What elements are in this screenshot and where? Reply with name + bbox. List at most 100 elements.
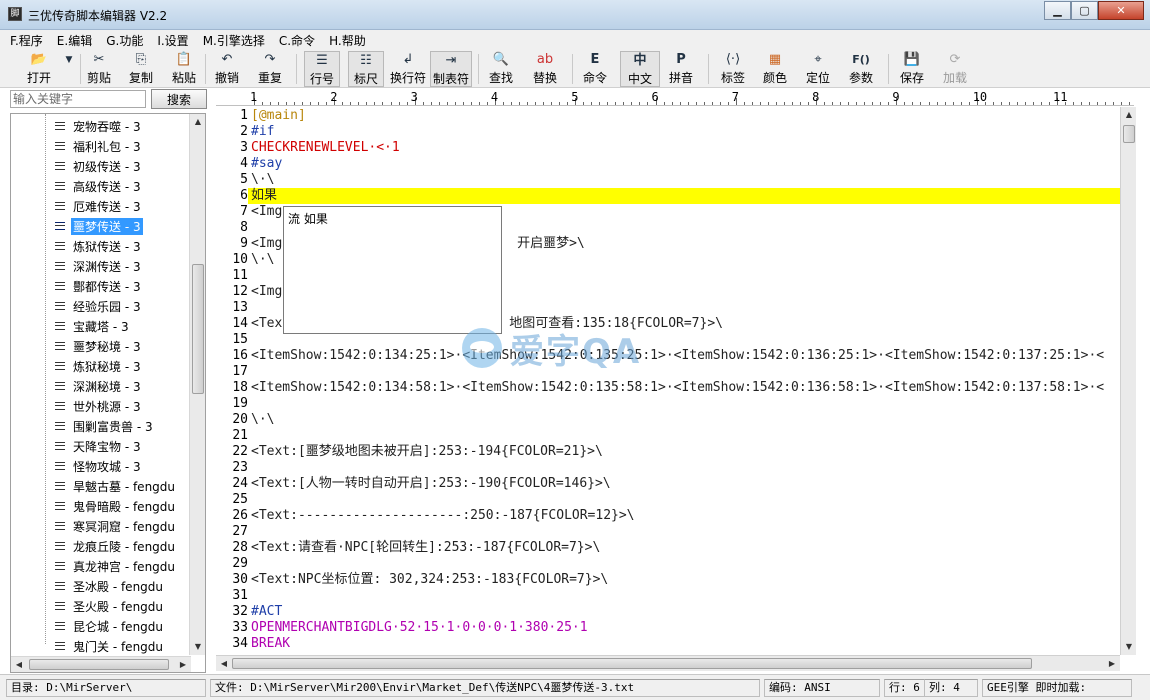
scroll-down-icon[interactable]: ▼ xyxy=(190,639,205,655)
editor-scroll-thumb[interactable] xyxy=(1123,125,1135,143)
editor-hscroll-thumb[interactable] xyxy=(232,658,1032,669)
tag-button[interactable]: ⟨·⟩ 标签 xyxy=(716,51,750,87)
code-line[interactable]: <Text:---------------------:250:-187{FCO… xyxy=(251,508,635,524)
open-dropdown-button[interactable]: ▼ xyxy=(60,51,78,87)
tree-horizontal-scrollbar[interactable]: ◀ ▶ xyxy=(11,656,191,672)
undo-button[interactable]: ↶ 撤销 xyxy=(212,51,242,87)
tree-item[interactable]: 旱魃古墓 - fengdu xyxy=(11,476,191,496)
tree-hscroll-thumb[interactable] xyxy=(29,659,169,670)
code-line[interactable]: <Img xyxy=(251,204,282,220)
tree-item[interactable]: 怪物攻城 - 3 xyxy=(11,456,191,476)
tree-item[interactable]: 围剿富贵兽 - 3 xyxy=(11,416,191,436)
autocomplete-item[interactable]: 流 如果 xyxy=(288,210,497,227)
command-button[interactable]: E 命令 xyxy=(580,51,610,87)
tree-item[interactable]: 圣冰殿 - fengdu xyxy=(11,576,191,596)
open-button[interactable]: 📂 打开 xyxy=(22,51,56,87)
line-number: 34 xyxy=(232,636,248,651)
code-line[interactable]: CHECKRENEWLEVEL·<·1 xyxy=(251,140,400,156)
code-line[interactable]: \·\ xyxy=(251,412,274,428)
tree-item[interactable]: 昆仑城 - fengdu xyxy=(11,616,191,636)
scroll-left-icon[interactable]: ◀ xyxy=(11,657,27,672)
search-input[interactable] xyxy=(10,90,146,108)
tree-item[interactable]: 福利礼包 - 3 xyxy=(11,136,191,156)
tree-item[interactable]: 炼狱秘境 - 3 xyxy=(11,356,191,376)
tree-scroll-thumb[interactable] xyxy=(192,264,204,394)
code-line[interactable]: #ACT xyxy=(251,604,282,620)
pinyin-button[interactable]: P 拼音 xyxy=(666,51,696,87)
tree-item[interactable]: 噩梦秘境 - 3 xyxy=(11,336,191,356)
ruler-toggle[interactable]: ☷ 标尺 xyxy=(348,51,384,87)
tree-item[interactable]: 鬼门关 - fengdu xyxy=(11,636,191,656)
tree-item[interactable]: 世外桃源 - 3 xyxy=(11,396,191,416)
menu-edit[interactable]: E.编辑 xyxy=(57,32,92,49)
tree-item[interactable]: 酆都传送 - 3 xyxy=(11,276,191,296)
tree-vertical-scrollbar[interactable]: ▲ ▼ xyxy=(189,114,205,655)
code-line[interactable]: <Text:[噩梦级地图未被开启]:253:-194{FCOLOR=21}>\ xyxy=(251,444,603,460)
tree-item[interactable]: 寒冥洞窟 - fengdu xyxy=(11,516,191,536)
close-button[interactable]: ✕ xyxy=(1098,1,1144,20)
cut-button[interactable]: ✂ 剪贴 xyxy=(84,51,114,87)
tree-item[interactable]: 真龙神宫 - fengdu xyxy=(11,556,191,576)
scroll-right-icon[interactable]: ▶ xyxy=(175,657,191,672)
code-line[interactable]: #if xyxy=(251,124,274,140)
locate-button[interactable]: ⌖ 定位 xyxy=(803,51,833,87)
color-button[interactable]: ▦ 颜色 xyxy=(760,51,790,87)
chinese-button[interactable]: 中中文 xyxy=(620,51,660,87)
tree-item[interactable]: 鬼骨暗殿 - fengdu xyxy=(11,496,191,516)
save-button[interactable]: 💾 保存 xyxy=(897,51,927,87)
tree-item[interactable]: 初级传送 - 3 xyxy=(11,156,191,176)
code-line[interactable]: <ItemShow:1542:0:134:58:1>·<ItemShow:154… xyxy=(251,380,1104,396)
params-button[interactable]: F() 参数 xyxy=(846,51,876,87)
line-number-toggle[interactable]: ☰ 行号 xyxy=(304,51,340,87)
code-line[interactable]: \·\ xyxy=(251,252,274,268)
scroll-left-icon[interactable]: ◀ xyxy=(216,656,232,672)
code-line[interactable]: [@main] xyxy=(251,108,306,124)
code-line[interactable]: <Img xyxy=(251,284,282,300)
scroll-right-icon[interactable]: ▶ xyxy=(1104,656,1120,672)
tree-item[interactable]: 厄难传送 - 3 xyxy=(11,196,191,216)
search-button[interactable]: 搜索 xyxy=(151,89,207,109)
tree-item[interactable]: 龙痕丘陵 - fengdu xyxy=(11,536,191,556)
tree-item[interactable]: 噩梦传送 - 3 xyxy=(11,216,191,236)
tree-item[interactable]: 经验乐园 - 3 xyxy=(11,296,191,316)
editor-horizontal-scrollbar[interactable]: ◀ ▶ xyxy=(216,655,1120,671)
redo-button[interactable]: ↷ 重复 xyxy=(255,51,285,87)
code-line[interactable]: #say xyxy=(251,156,282,172)
menu-help[interactable]: H.帮助 xyxy=(329,32,366,49)
code-line[interactable]: <Text:NPC坐标位置: 302,324:253:-183{FCOLOR=7… xyxy=(251,572,608,588)
tree-item[interactable]: 深渊传送 - 3 xyxy=(11,256,191,276)
minimize-button[interactable]: ▁ xyxy=(1044,1,1071,20)
code-line[interactable]: <Text:请查看·NPC[轮回转生]:253:-187{FCOLOR=7}>\ xyxy=(251,540,600,556)
code-line[interactable]: BREAK xyxy=(251,636,290,652)
tree-item[interactable]: 高级传送 - 3 xyxy=(11,176,191,196)
menu-engine[interactable]: M.引擎选择 xyxy=(203,32,265,49)
menu-command[interactable]: C.命令 xyxy=(279,32,315,49)
tree-item[interactable]: 炼狱传送 - 3 xyxy=(11,236,191,256)
tree-item[interactable]: 宠物吞噬 - 3 xyxy=(11,116,191,136)
find-button[interactable]: 🔍 查找 xyxy=(486,51,516,87)
editor-vertical-scrollbar[interactable]: ▲ ▼ xyxy=(1120,107,1136,655)
menu-function[interactable]: G.功能 xyxy=(106,32,143,49)
paste-button[interactable]: 📋 粘贴 xyxy=(169,51,199,87)
load-button[interactable]: ⟳ 加载 xyxy=(940,51,970,87)
current-line[interactable]: 如果 xyxy=(248,188,1120,204)
tree-item[interactable]: 深渊秘境 - 3 xyxy=(11,376,191,396)
tab-toggle[interactable]: ⇥ 制表符 xyxy=(430,51,472,87)
copy-button[interactable]: ⎘ 复制 xyxy=(126,51,156,87)
scroll-down-icon[interactable]: ▼ xyxy=(1121,639,1137,655)
code-line[interactable]: OPENMERCHANTBIGDLG·52·15·1·0·0·0·1·380·2… xyxy=(251,620,588,636)
tree-item[interactable]: 圣火殿 - fengdu xyxy=(11,596,191,616)
tree-item[interactable]: 宝藏塔 - 3 xyxy=(11,316,191,336)
replace-button[interactable]: ab 替换 xyxy=(530,51,560,87)
menu-program[interactable]: F.程序 xyxy=(10,32,43,49)
script-tree[interactable]: 宠物吞噬 - 3 福利礼包 - 3 初级传送 - 3 高级传送 - 3 厄难传送 - 3… xyxy=(10,113,206,673)
code-editor[interactable]: 1 2 3 4 5 6 7 8 9 10 11 12 13 14 15 16 17 18 19 20 21 22 23 24 2… xyxy=(216,107,1120,655)
menu-settings[interactable]: I.设置 xyxy=(157,32,188,49)
code-line[interactable]: \·\ xyxy=(251,172,274,188)
scroll-up-icon[interactable]: ▲ xyxy=(1121,107,1137,123)
tree-item[interactable]: 天降宝物 - 3 xyxy=(11,436,191,456)
scroll-up-icon[interactable]: ▲ xyxy=(190,114,205,130)
newline-toggle[interactable]: ↲ 换行符 xyxy=(388,51,428,87)
code-line[interactable]: <Text:[人物一转时自动开启]:253:-190{FCOLOR=146}>\ xyxy=(251,476,611,492)
maximize-button[interactable]: ▢ xyxy=(1071,1,1098,20)
